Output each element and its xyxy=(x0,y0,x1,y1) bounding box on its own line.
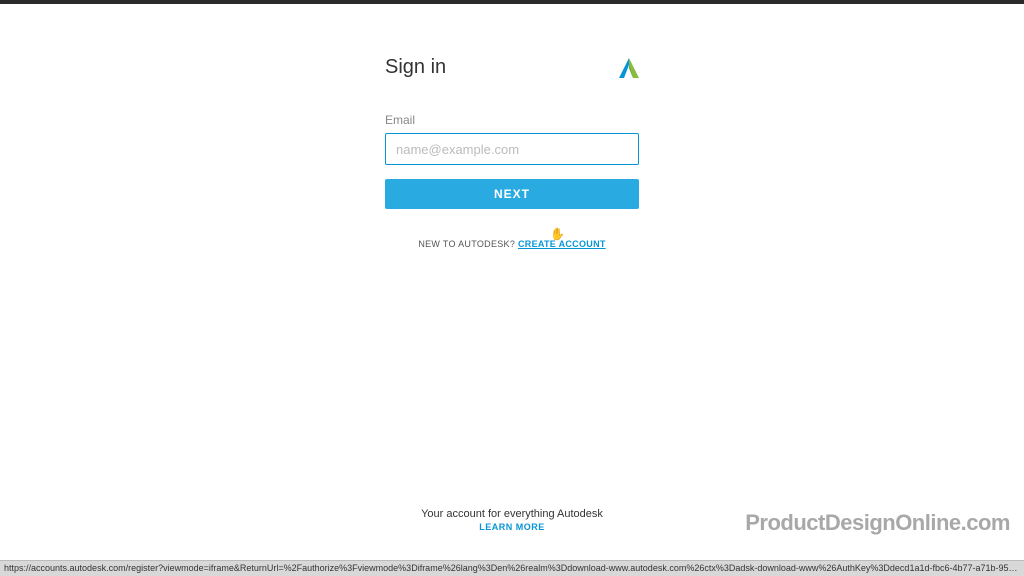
email-input[interactable] xyxy=(385,133,639,165)
watermark-text: ProductDesignOnline.com xyxy=(745,510,1010,536)
browser-status-bar: https://accounts.autodesk.com/register?v… xyxy=(0,560,1024,576)
signin-header: Sign in xyxy=(385,56,639,79)
page-container: Sign in Email NEXT NEW TO AUTODESK? CREA… xyxy=(0,4,1024,560)
create-account-row: NEW TO AUTODESK? CREATE ACCOUNT xyxy=(385,239,639,249)
email-label: Email xyxy=(385,113,639,127)
signin-form: Sign in Email NEXT NEW TO AUTODESK? CREA… xyxy=(385,56,639,249)
create-account-link[interactable]: CREATE ACCOUNT xyxy=(518,239,606,249)
page-title: Sign in xyxy=(385,56,446,79)
autodesk-logo-icon xyxy=(619,57,639,79)
new-prompt-text: NEW TO AUTODESK? xyxy=(418,239,518,249)
next-button[interactable]: NEXT xyxy=(385,179,639,209)
